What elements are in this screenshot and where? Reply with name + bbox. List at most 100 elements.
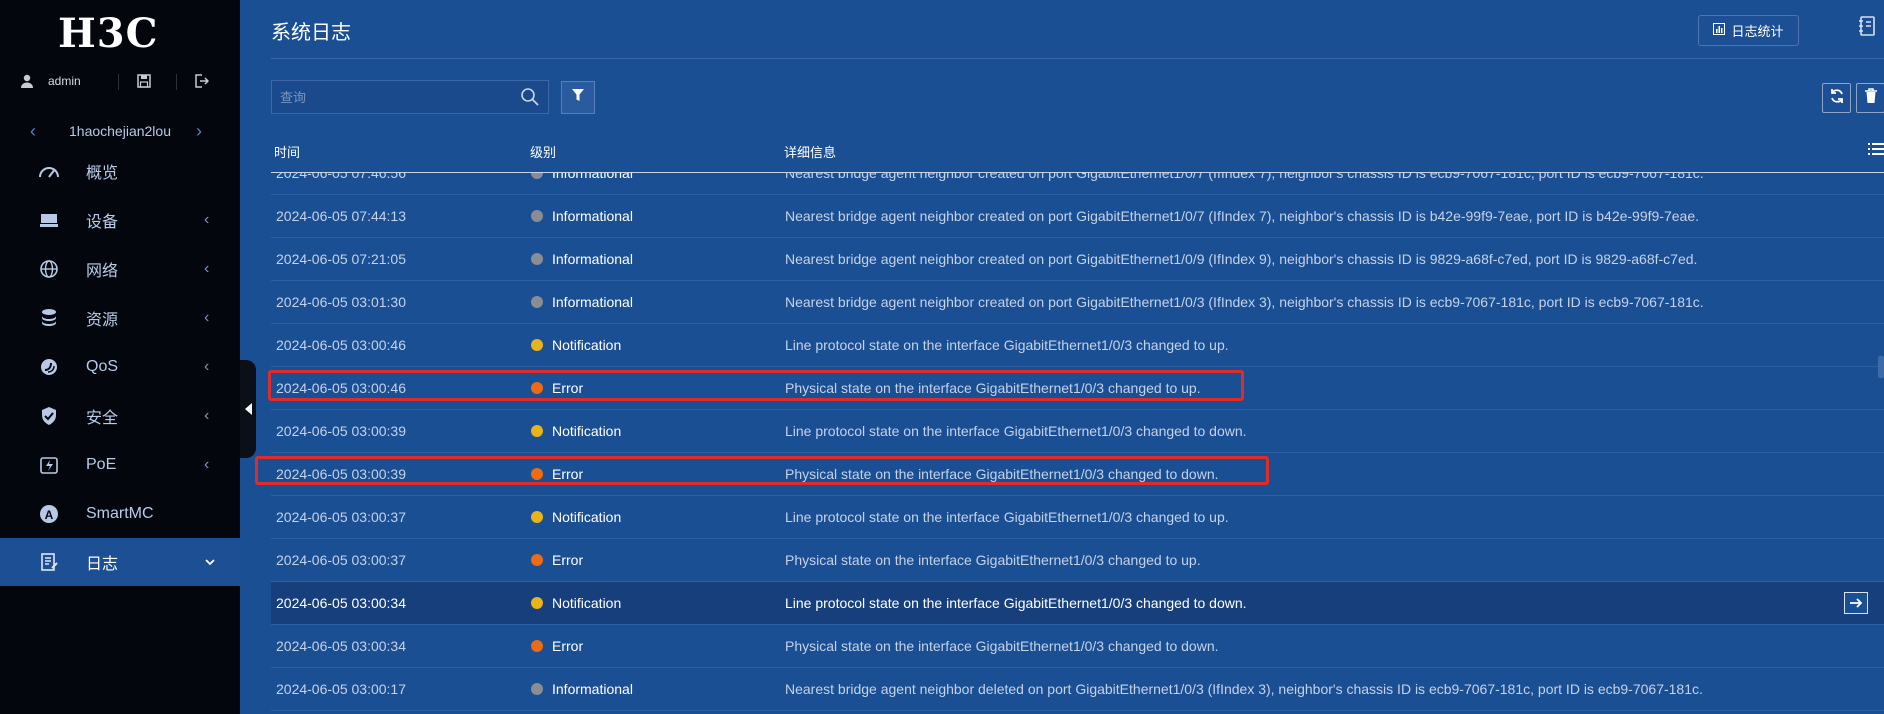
menu-item-smartmc[interactable]: A SmartMC [0, 490, 240, 538]
menu-label: 安全 [86, 410, 119, 427]
filter-button[interactable] [561, 81, 595, 114]
filter-funnel-icon [571, 88, 585, 107]
level-status-dot-icon [531, 382, 543, 394]
table-row[interactable]: 2024-06-05 03:00:46 Error Physical state o… [271, 367, 1884, 410]
shield-security-icon [38, 405, 60, 427]
chevron-left-icon: ‹ [204, 358, 210, 375]
menu-item-log[interactable]: 日志 [0, 538, 240, 586]
menu-item-security[interactable]: 安全 ‹ [0, 392, 240, 440]
trash-icon [1864, 87, 1878, 109]
table-row[interactable]: 2024-06-05 07:44:13 Informational Nearest … [271, 195, 1884, 238]
smartmc-icon: A [38, 503, 60, 525]
table-row[interactable]: 2024-06-05 07:46:56 Informational Nearest … [271, 173, 1884, 195]
menu-item-poe[interactable]: PoE ‹ [0, 441, 240, 489]
log-detail: Physical state on the interface GigabitE… [785, 638, 1219, 654]
table-row[interactable]: 2024-06-05 03:01:30 Informational Nearest … [271, 281, 1884, 324]
device-switcher: ‹ 1haochejian2lou › [0, 120, 240, 142]
dashboard-gauge-icon [38, 160, 60, 182]
log-detail: Physical state on the interface GigabitE… [785, 466, 1219, 482]
h3c-logo: H3C [58, 10, 159, 57]
level-status-dot-icon [531, 425, 543, 437]
log-detail: Nearest bridge agent neighbor created on… [785, 294, 1704, 310]
log-time: 2024-06-05 03:00:39 [276, 466, 406, 482]
log-detail: Line protocol state on the interface Gig… [785, 423, 1247, 439]
log-time: 2024-06-05 03:00:46 [276, 337, 406, 353]
menu-item-network[interactable]: 网络 ‹ [0, 245, 240, 293]
menu-label: PoE [86, 456, 117, 473]
menu-item-overview[interactable]: 概览 [0, 147, 240, 195]
chevron-left-icon: ‹ [204, 260, 210, 277]
log-level: Informational [552, 208, 633, 224]
menu-label: 日志 [86, 556, 119, 573]
table-row[interactable]: 2024-06-05 03:00:39 Notification Line prot… [271, 410, 1884, 453]
scrollbar-thumb[interactable] [1878, 356, 1884, 378]
level-status-dot-icon [531, 173, 543, 179]
log-time: 2024-06-05 07:21:05 [276, 251, 406, 267]
log-level: Informational [552, 681, 633, 697]
level-status-dot-icon [531, 468, 543, 480]
log-detail: Nearest bridge agent neighbor created on… [785, 208, 1700, 224]
chevron-left-icon: ‹ [204, 407, 210, 424]
log-time: 2024-06-05 03:01:30 [276, 294, 406, 310]
search-input[interactable] [272, 81, 528, 113]
log-statistics-button[interactable]: 日志统计 [1698, 15, 1799, 46]
column-header-detail[interactable]: 详细信息 [784, 142, 836, 164]
log-time: 2024-06-05 03:00:46 [276, 380, 406, 396]
device-icon [38, 209, 60, 231]
log-level: Error [552, 552, 584, 568]
table-row[interactable]: 2024-06-05 03:00:34 Error Physical state o… [271, 625, 1884, 668]
menu-label: SmartMC [86, 505, 154, 522]
table-row[interactable]: 2024-06-05 03:00:46 Notification Line prot… [271, 324, 1884, 367]
menu-label: 资源 [86, 312, 119, 329]
column-menu-icon[interactable] [1868, 142, 1884, 161]
save-icon[interactable] [135, 72, 153, 90]
divider [176, 74, 177, 90]
log-time: 2024-06-05 07:44:13 [276, 208, 406, 224]
level-status-dot-icon [531, 253, 543, 265]
menu-label: 网络 [86, 263, 119, 280]
menu-label: QoS [86, 358, 119, 375]
database-resource-icon [38, 307, 60, 329]
table-row[interactable]: 2024-06-05 03:00:37 Notification Line prot… [271, 496, 1884, 539]
level-status-dot-icon [531, 511, 543, 523]
log-level: Error [552, 380, 584, 396]
table-row[interactable]: 2024-06-05 03:00:37 Error Physical state o… [271, 539, 1884, 582]
table-row[interactable]: 2024-06-05 03:00:39 Error Physical state o… [271, 453, 1884, 496]
log-time: 2024-06-05 03:00:37 [276, 552, 406, 568]
table-row[interactable]: 2024-06-05 03:00:34 Notification Line prot… [271, 582, 1884, 625]
menu-label: 概览 [86, 165, 119, 182]
log-level: Error [552, 466, 584, 482]
refresh-button[interactable] [1822, 83, 1851, 113]
menu-item-resources[interactable]: 资源 ‹ [0, 294, 240, 342]
svg-text:A: A [45, 508, 54, 522]
column-header-time[interactable]: 时间 [274, 142, 300, 164]
sidebar: H3C admin ‹ 1haochejian2lou › 概览 设备 ‹ 网络… [0, 0, 240, 714]
table-row[interactable]: 2024-06-05 03:00:17 Informational Nearest … [271, 668, 1884, 711]
sidebar-collapse-toggle[interactable] [240, 360, 256, 458]
log-detail: Nearest bridge agent neighbor deleted on… [785, 681, 1703, 697]
clear-logs-button[interactable] [1856, 83, 1884, 113]
log-detail: Nearest bridge agent neighbor created on… [785, 173, 1704, 181]
logout-icon[interactable] [192, 72, 210, 90]
bar-chart-icon [1713, 23, 1726, 38]
log-level: Informational [552, 251, 633, 267]
column-header-level[interactable]: 级别 [530, 142, 556, 164]
next-device-chevron-icon[interactable]: › [196, 120, 202, 142]
log-level: Informational [552, 173, 633, 181]
log-level: Error [552, 638, 584, 654]
level-status-dot-icon [531, 339, 543, 351]
search-icon[interactable] [520, 87, 540, 107]
menu-item-qos[interactable]: QoS ‹ [0, 343, 240, 391]
log-document-icon [38, 551, 60, 573]
qos-icon [38, 356, 60, 378]
collapse-arrow-icon [244, 403, 252, 415]
table-row[interactable]: 2024-06-05 07:21:05 Informational Nearest … [271, 238, 1884, 281]
notebook-help-icon[interactable] [1858, 16, 1876, 41]
user-name[interactable]: admin [48, 74, 81, 88]
level-status-dot-icon [531, 210, 543, 222]
chevron-left-icon: ‹ [204, 309, 210, 326]
menu-label: 设备 [86, 214, 119, 231]
menu-item-device[interactable]: 设备 ‹ [0, 196, 240, 244]
chevron-left-icon: ‹ [204, 456, 210, 473]
row-detail-arrow-button[interactable] [1844, 592, 1868, 614]
